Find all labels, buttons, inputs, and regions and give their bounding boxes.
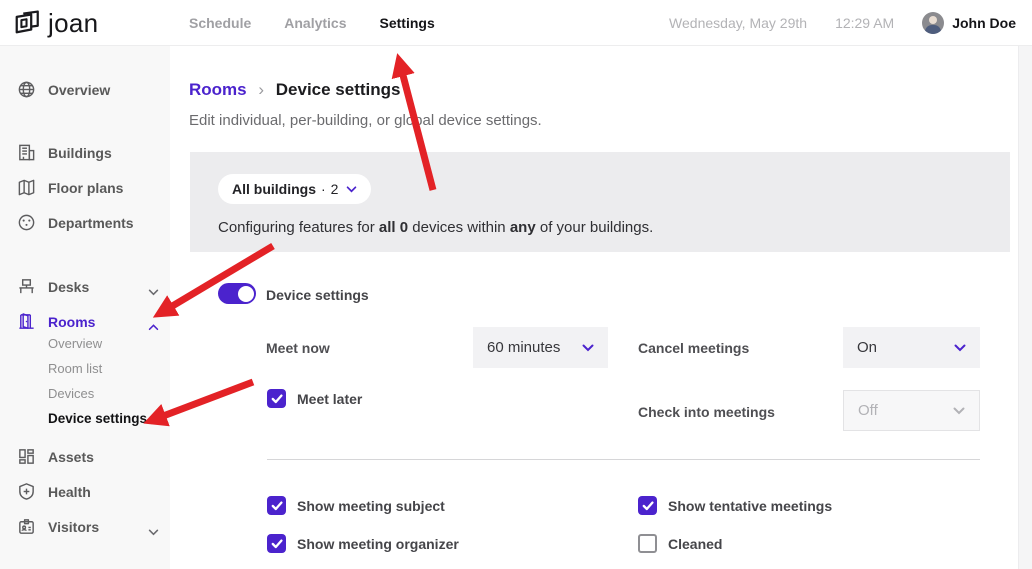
show-tentative-meetings-option[interactable]: Show tentative meetings xyxy=(638,496,832,515)
assets-icon xyxy=(16,446,37,467)
show-meeting-subject-checkbox[interactable] xyxy=(267,496,286,515)
desk-icon xyxy=(16,276,37,297)
cancel-meetings-select[interactable]: On xyxy=(843,327,980,368)
settings-panel: Device settings Meet now 60 minutes Canc… xyxy=(190,252,1010,569)
logo-wordmark: joan xyxy=(48,10,98,40)
departments-icon xyxy=(16,212,37,233)
current-date: Wednesday, May 29th xyxy=(669,15,807,31)
show-meeting-organizer-checkbox[interactable] xyxy=(267,534,286,553)
sidebar-subitem-room-list[interactable]: Room list xyxy=(48,361,168,381)
scrollbar[interactable] xyxy=(1018,46,1032,569)
building-icon xyxy=(16,142,37,163)
chevron-down-icon xyxy=(953,402,965,420)
device-settings-toggle-label: Device settings xyxy=(266,287,369,303)
health-shield-icon xyxy=(16,481,37,502)
show-meeting-organizer-option[interactable]: Show meeting organizer xyxy=(267,534,459,553)
current-time: 12:29 AM xyxy=(835,15,894,31)
check-into-meetings-select: Off xyxy=(843,390,980,431)
sidebar-subitem-devices[interactable]: Devices xyxy=(48,386,168,406)
cancel-meetings-label: Cancel meetings xyxy=(638,340,749,356)
header-right: Wednesday, May 29th 12:29 AM John Doe xyxy=(669,0,1016,46)
sidebar-item-health[interactable]: Health xyxy=(0,478,170,506)
joan-logo[interactable]: joan xyxy=(13,6,98,43)
sidebar-item-rooms[interactable]: Rooms xyxy=(0,308,170,336)
building-count: 2 xyxy=(331,181,339,197)
show-tentative-meetings-checkbox[interactable] xyxy=(638,496,657,515)
chevron-up-icon xyxy=(148,318,159,336)
nav-tab-analytics[interactable]: Analytics xyxy=(284,15,346,31)
breadcrumb-separator: › xyxy=(258,80,264,99)
building-filter-dropdown[interactable]: All buildings · 2 xyxy=(218,174,371,204)
filter-bar: All buildings · 2 Configuring features f… xyxy=(190,152,1010,252)
sidebar-item-assets[interactable]: Assets xyxy=(0,443,170,471)
user-name: John Doe xyxy=(952,15,1016,31)
main-nav: Schedule Analytics Settings xyxy=(189,0,435,46)
floor-plan-icon xyxy=(16,177,37,198)
chevron-down-icon xyxy=(582,339,594,357)
globe-icon xyxy=(16,79,37,100)
user-menu[interactable]: John Doe xyxy=(922,12,1016,34)
sidebar-item-floor-plans[interactable]: Floor plans xyxy=(0,174,170,202)
chevron-down-icon xyxy=(148,523,159,541)
user-avatar xyxy=(922,12,944,34)
meet-later-checkbox[interactable] xyxy=(267,389,286,408)
chevron-down-icon xyxy=(346,180,357,198)
nav-tab-schedule[interactable]: Schedule xyxy=(189,15,251,31)
chevron-down-icon xyxy=(954,339,966,357)
page-subtitle: Edit individual, per-building, or global… xyxy=(189,112,542,129)
breadcrumb: Rooms › Device settings xyxy=(189,80,401,100)
chevron-down-icon xyxy=(148,283,159,301)
device-settings-card: All buildings · 2 Configuring features f… xyxy=(190,152,1010,569)
sidebar-item-buildings[interactable]: Buildings xyxy=(0,139,170,167)
sidebar-subitem-rooms-overview[interactable]: Overview xyxy=(48,336,168,356)
sidebar-item-overview[interactable]: Overview xyxy=(0,76,170,104)
meet-later-option[interactable]: Meet later xyxy=(267,389,362,408)
top-header: joan Schedule Analytics Settings Wednesd… xyxy=(0,0,1032,46)
check-into-meetings-label: Check into meetings xyxy=(638,404,775,420)
section-divider xyxy=(267,459,980,460)
device-settings-toggle[interactable] xyxy=(218,283,256,304)
nav-tab-settings[interactable]: Settings xyxy=(380,15,435,31)
sidebar-subitem-device-settings[interactable]: Device settings xyxy=(48,411,168,431)
cleaned-checkbox[interactable] xyxy=(638,534,657,553)
sidebar-item-visitors[interactable]: Visitors xyxy=(0,513,170,541)
show-meeting-subject-option[interactable]: Show meeting subject xyxy=(267,496,445,515)
meet-now-select[interactable]: 60 minutes xyxy=(473,327,608,368)
joan-logo-icon xyxy=(13,6,41,43)
cleaned-option[interactable]: Cleaned xyxy=(638,534,722,553)
sidebar: Overview Buildings Floor plans Departmen… xyxy=(0,46,170,569)
sidebar-item-departments[interactable]: Departments xyxy=(0,209,170,237)
door-icon xyxy=(16,311,37,332)
sidebar-item-desks[interactable]: Desks xyxy=(0,273,170,301)
configuration-summary: Configuring features for all 0 devices w… xyxy=(218,219,653,236)
page-title: Device settings xyxy=(276,80,401,99)
meet-now-label: Meet now xyxy=(266,340,330,356)
visitor-badge-icon xyxy=(16,516,37,537)
breadcrumb-rooms-link[interactable]: Rooms xyxy=(189,80,247,99)
